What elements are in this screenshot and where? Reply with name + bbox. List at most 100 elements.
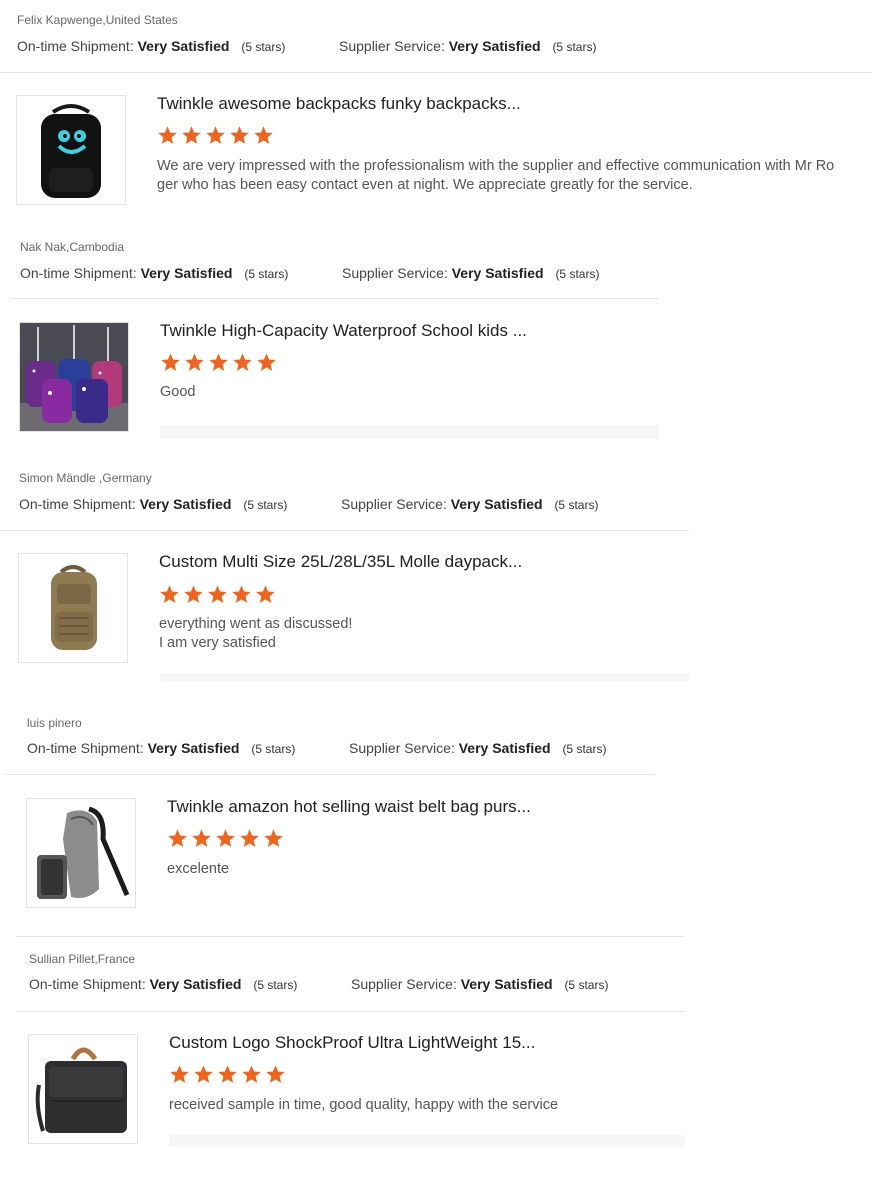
reviewer-name: Nak Nak,Cambodia bbox=[20, 240, 125, 254]
review-card: Sullian Pillet,France On-time Shipment: … bbox=[0, 945, 888, 1185]
review-comment: everything went as discussed! I am very … bbox=[159, 615, 352, 653]
service-value: Very Satisfied bbox=[451, 265, 544, 281]
comment-line: ger who has been easy contact even at ni… bbox=[157, 177, 693, 193]
service-stars-count: (5 stars) bbox=[562, 742, 607, 756]
star-icon bbox=[254, 126, 273, 144]
review-card: Nak Nak,Cambodia On-time Shipment: Very … bbox=[0, 230, 888, 460]
divider bbox=[10, 298, 659, 299]
star-icon bbox=[168, 829, 187, 847]
shipment-label: On-time Shipment: bbox=[20, 265, 137, 281]
galaxy-trolley-bags-icon[interactable] bbox=[19, 322, 129, 432]
service-value: Very Satisfied bbox=[450, 496, 543, 512]
divider bbox=[0, 72, 872, 73]
shipment-value: Very Satisfied bbox=[149, 976, 242, 992]
service-stars-count: (5 stars) bbox=[552, 40, 597, 54]
service-label: Supplier Service: bbox=[351, 976, 457, 992]
star-icon bbox=[233, 353, 252, 371]
service-stars-count: (5 stars) bbox=[554, 498, 599, 512]
shipment-label: On-time Shipment: bbox=[19, 496, 136, 512]
rating-stars bbox=[167, 828, 284, 849]
shipment-label: On-time Shipment: bbox=[27, 740, 144, 756]
shipment-value: Very Satisfied bbox=[140, 265, 233, 281]
star-icon bbox=[232, 585, 251, 603]
star-icon bbox=[192, 829, 211, 847]
product-title-link[interactable]: Custom Logo ShockProof Ultra LightWeight… bbox=[169, 1033, 549, 1053]
rating-stars bbox=[159, 584, 276, 605]
comment-line: excelente bbox=[167, 861, 230, 877]
product-title-link[interactable]: Twinkle awesome backpacks funky backpack… bbox=[157, 94, 537, 114]
comment-line: received sample in time, good quality, h… bbox=[169, 1097, 559, 1113]
comment-line: We are very impressed with the professio… bbox=[157, 158, 835, 174]
service-value: Very Satisfied bbox=[448, 38, 541, 54]
rating-stars bbox=[160, 352, 277, 373]
star-icon bbox=[257, 353, 276, 371]
star-icon bbox=[264, 829, 283, 847]
star-icon bbox=[266, 1065, 285, 1083]
laptop-bag-icon[interactable] bbox=[28, 1034, 138, 1144]
divider bbox=[0, 530, 689, 531]
review-comment: We are very impressed with the professio… bbox=[157, 157, 834, 195]
star-icon bbox=[216, 829, 235, 847]
star-icon bbox=[218, 1065, 237, 1083]
comment-line: Good bbox=[160, 384, 196, 400]
review-card: Simon Mändle ,Germany On-time Shipment: … bbox=[0, 460, 888, 695]
service-stars-count: (5 stars) bbox=[564, 978, 609, 992]
rating-stars bbox=[169, 1064, 286, 1085]
reply-bar bbox=[169, 1135, 685, 1147]
star-icon bbox=[240, 829, 259, 847]
shipment-value: Very Satisfied bbox=[137, 38, 230, 54]
divider bbox=[5, 774, 655, 775]
service-value: Very Satisfied bbox=[458, 740, 551, 756]
product-title-link[interactable]: Custom Multi Size 25L/28L/35L Molle dayp… bbox=[159, 552, 549, 572]
shipment-stars-count: (5 stars) bbox=[243, 498, 288, 512]
review-comment: Good bbox=[160, 383, 195, 402]
reviewer-name: luis pinero bbox=[27, 716, 82, 730]
service-stars-count: (5 stars) bbox=[555, 267, 600, 281]
shipment-stars-count: (5 stars) bbox=[241, 40, 286, 54]
service-label: Supplier Service: bbox=[339, 38, 445, 54]
service-label: Supplier Service: bbox=[349, 740, 455, 756]
comment-line: I am very satisfied bbox=[159, 635, 276, 651]
star-icon bbox=[230, 126, 249, 144]
shipment-label: On-time Shipment: bbox=[29, 976, 146, 992]
rating-stars bbox=[157, 125, 274, 146]
review-comment: received sample in time, good quality, h… bbox=[169, 1096, 558, 1115]
service-label: Supplier Service: bbox=[342, 265, 448, 281]
divider bbox=[16, 1011, 685, 1012]
reviewer-name: Sullian Pillet,France bbox=[29, 952, 136, 966]
shipment-stars-count: (5 stars) bbox=[244, 267, 289, 281]
comment-line: everything went as discussed! bbox=[159, 616, 353, 632]
reply-bar bbox=[160, 425, 659, 439]
star-icon bbox=[185, 353, 204, 371]
star-icon bbox=[158, 126, 177, 144]
sling-bag-icon[interactable] bbox=[26, 798, 136, 908]
review-card: Felix Kapwenge,United States On-time Shi… bbox=[0, 0, 888, 230]
star-icon bbox=[182, 126, 201, 144]
reply-bar bbox=[160, 673, 689, 681]
star-icon bbox=[160, 585, 179, 603]
shipment-value: Very Satisfied bbox=[139, 496, 232, 512]
product-title-link[interactable]: Twinkle amazon hot selling waist belt ba… bbox=[167, 797, 547, 817]
reviewer-name: Simon Mändle ,Germany bbox=[19, 471, 152, 485]
star-icon bbox=[184, 585, 203, 603]
service-label: Supplier Service: bbox=[341, 496, 447, 512]
star-icon bbox=[170, 1065, 189, 1083]
tan-molle-backpack-icon[interactable] bbox=[18, 553, 128, 663]
star-icon bbox=[194, 1065, 213, 1083]
reviewer-name: Felix Kapwenge,United States bbox=[17, 13, 178, 27]
star-icon bbox=[161, 353, 180, 371]
star-icon bbox=[256, 585, 275, 603]
star-icon bbox=[208, 585, 227, 603]
service-value: Very Satisfied bbox=[460, 976, 553, 992]
review-comment: excelente bbox=[167, 860, 229, 879]
review-card: luis pinero On-time Shipment: Very Satis… bbox=[0, 705, 888, 937]
shipment-stars-count: (5 stars) bbox=[251, 742, 296, 756]
product-title-link[interactable]: Twinkle High-Capacity Waterproof School … bbox=[160, 321, 550, 341]
black-backpack-icon[interactable] bbox=[16, 95, 126, 205]
shipment-value: Very Satisfied bbox=[147, 740, 240, 756]
shipment-stars-count: (5 stars) bbox=[253, 978, 298, 992]
divider bbox=[16, 936, 685, 937]
star-icon bbox=[242, 1065, 261, 1083]
star-icon bbox=[206, 126, 225, 144]
star-icon bbox=[209, 353, 228, 371]
